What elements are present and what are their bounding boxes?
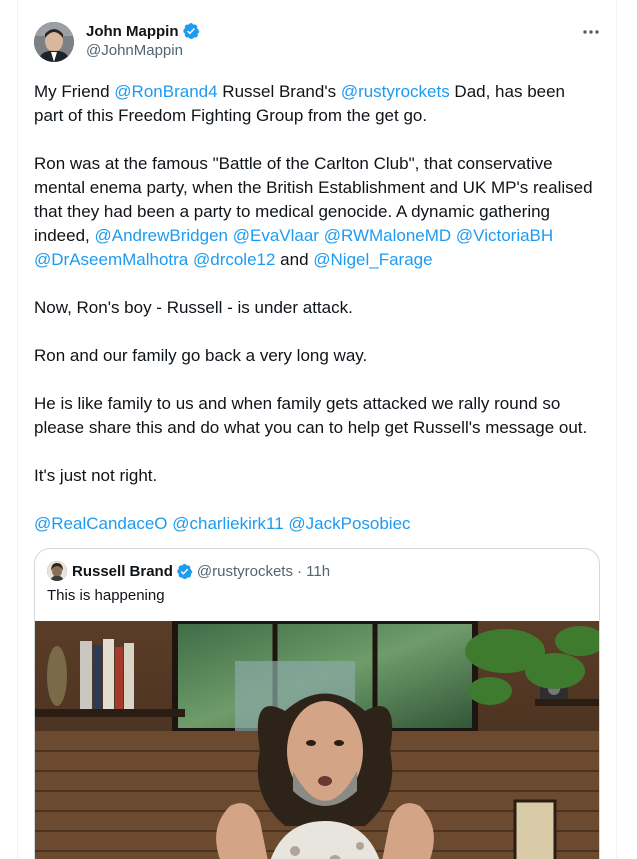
quoted-avatar-photo: [47, 561, 67, 581]
quoted-author-handle: @rustyrockets: [196, 562, 293, 580]
mention-link[interactable]: @VictoriaBH: [456, 226, 553, 245]
tweet-text-segment: and: [275, 250, 314, 269]
tweet-text-segment: My Friend: [34, 82, 115, 101]
quoted-tweet-text: This is happening: [47, 587, 165, 604]
mention-link[interactable]: @Nigel_Farage: [313, 250, 432, 269]
verified-badge-icon: [182, 22, 199, 40]
tweet-paragraph: @RealCandaceO @charliekirk11 @JackPosobi…: [34, 512, 594, 536]
quoted-timestamp: · 11h: [296, 562, 331, 580]
tweet-paragraph: He is like family to us and when family …: [34, 392, 594, 440]
quoted-video-thumbnail[interactable]: [35, 621, 599, 859]
author-name[interactable]: John Mappin: [86, 23, 179, 40]
video-frame-image: [35, 621, 599, 859]
quoted-tweet-header: Russell Brand @rustyrockets · 11h: [47, 561, 330, 581]
mention-link[interactable]: @drcole12: [193, 250, 275, 269]
tweet-paragraph: Now, Ron's boy - Russell - is under atta…: [34, 296, 594, 320]
quoted-author-avatar: [47, 561, 67, 581]
tweet-text-segment: It's just not right.: [34, 466, 158, 485]
tweet-paragraph: Ron and our family go back a very long w…: [34, 344, 594, 368]
mention-link[interactable]: @AndrewBridgen: [95, 226, 229, 245]
mention-link[interactable]: @EvaVlaar: [233, 226, 319, 245]
tweet-body: My Friend @RonBrand4 Russel Brand's @rus…: [34, 80, 594, 560]
verified-badge-icon: [177, 563, 193, 579]
mention-link[interactable]: @charliekirk11: [172, 514, 283, 533]
tweet-text-segment: Now, Ron's boy - Russell - is under atta…: [34, 298, 353, 317]
mention-link[interactable]: @JackPosobiec: [288, 514, 410, 533]
quoted-author-name: Russell Brand: [72, 562, 173, 580]
more-horizontal-icon: [583, 30, 599, 34]
tweet-text-segment: He is like family to us and when family …: [34, 394, 588, 437]
author-avatar[interactable]: [34, 22, 74, 62]
tweet-paragraph: Ron was at the famous "Battle of the Car…: [34, 152, 594, 272]
mention-link[interactable]: @RWMaloneMD: [324, 226, 451, 245]
more-options-button[interactable]: [580, 22, 602, 42]
mention-link[interactable]: @RealCandaceO: [34, 514, 168, 533]
avatar-photo: [34, 22, 74, 62]
tweet-text-segment: Russel Brand's: [217, 82, 341, 101]
author-name-row[interactable]: John Mappin: [86, 22, 200, 40]
tweet-paragraph: It's just not right.: [34, 464, 594, 488]
tweet-paragraph: My Friend @RonBrand4 Russel Brand's @rus…: [34, 80, 594, 128]
quoted-tweet[interactable]: Russell Brand @rustyrockets · 11h This i…: [34, 548, 600, 859]
tweet-text-segment: Ron and our family go back a very long w…: [34, 346, 368, 365]
mention-link[interactable]: @rustyrockets: [341, 82, 450, 101]
mention-link[interactable]: @DrAseemMalhotra: [34, 250, 188, 269]
mention-link[interactable]: @RonBrand4: [114, 82, 217, 101]
author-handle[interactable]: @JohnMappin: [86, 42, 183, 59]
